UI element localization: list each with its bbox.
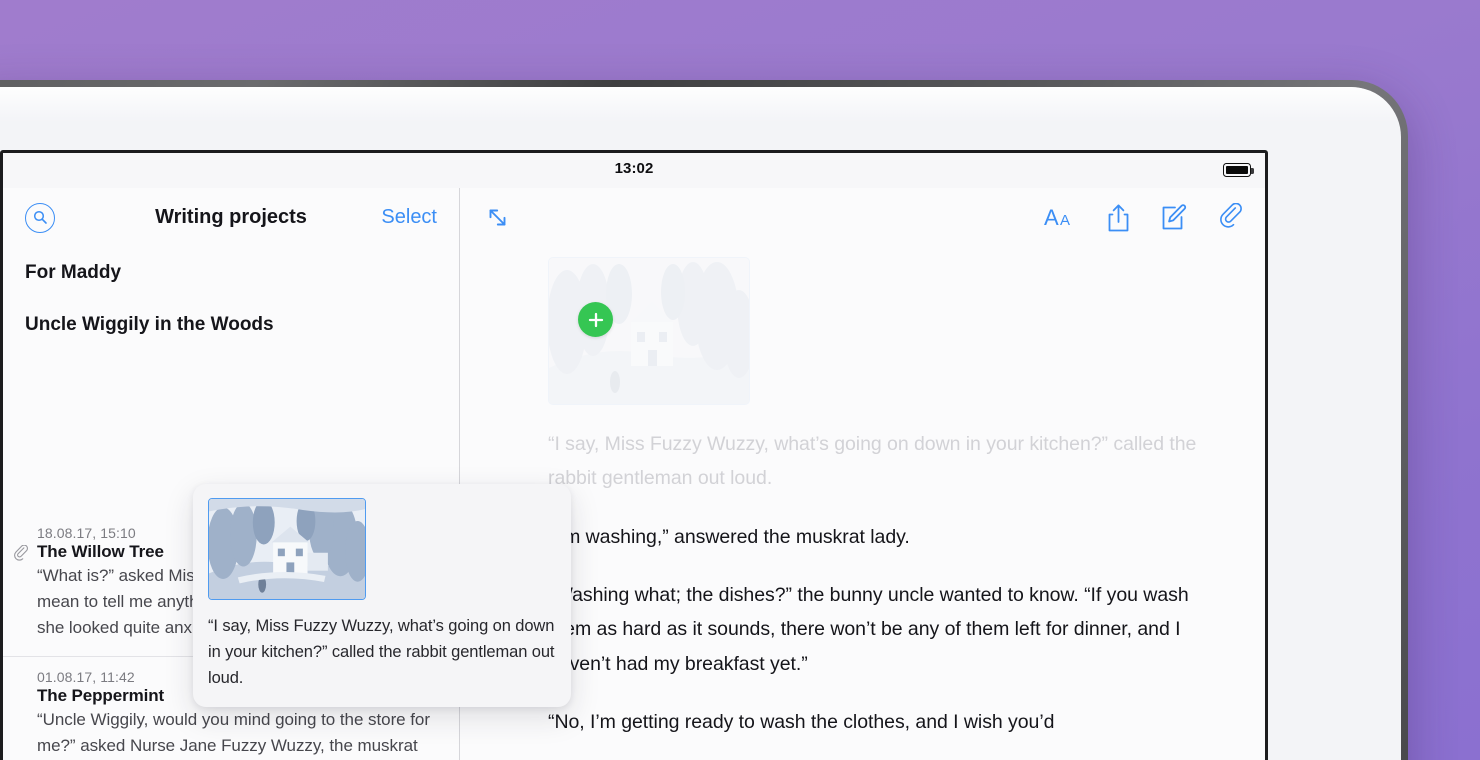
expand-glyph <box>489 209 506 226</box>
tablet-screen: 13:02 Writing projects Select For Maddy … <box>0 150 1268 760</box>
battery-cap <box>1251 168 1254 174</box>
status-bar: 13:02 <box>3 153 1265 188</box>
note-document-body: “I say, Miss Fuzzy Wuzzy, what’s going o… <box>460 247 1265 739</box>
compose-icon[interactable] <box>1161 203 1189 232</box>
paperclip-icon[interactable] <box>1219 202 1245 233</box>
document-paragraph: “I’m washing,” answered the muskrat lady… <box>548 525 910 548</box>
detail-toolbar: A A <box>1044 202 1245 233</box>
battery-full-icon <box>1223 163 1254 177</box>
svg-text:A: A <box>1044 205 1059 230</box>
document-inline-image[interactable] <box>548 257 750 405</box>
aa-glyph: A A <box>1044 205 1070 230</box>
compose-glyph <box>1162 204 1187 230</box>
text-format-icon[interactable]: A A <box>1044 204 1076 232</box>
screenshot-stage: 13:02 Writing projects Select For Maddy … <box>0 0 1480 760</box>
sidebar-folder-uncle-wiggily[interactable]: Uncle Wiggily in the Woods <box>3 299 459 351</box>
engraving-illustration-thumb <box>209 499 365 599</box>
drag-preview-thumbnail <box>208 498 366 600</box>
note-title: The Peppermint <box>37 685 165 705</box>
document-paragraph: “I say, Miss Fuzzy Wuzzy, what’s going o… <box>548 433 1197 490</box>
plus-glyph <box>588 312 603 327</box>
document-paragraph: “No, I’m getting ready to wash the cloth… <box>548 710 1055 733</box>
plus-badge-icon <box>578 302 613 337</box>
select-button[interactable]: Select <box>381 206 437 229</box>
sidebar-folder-for-maddy[interactable]: For Maddy <box>3 247 459 299</box>
status-bar-clock: 13:02 <box>614 160 654 177</box>
sidebar-navigation-bar: Writing projects Select <box>3 188 459 247</box>
folder-label: Uncle Wiggily in the Woods <box>25 314 274 335</box>
search-icon[interactable] <box>25 202 55 233</box>
share-icon[interactable] <box>1106 203 1131 233</box>
share-glyph <box>1108 204 1129 231</box>
engraving-illustration <box>549 258 749 404</box>
tablet-device-frame: 13:02 Writing projects Select For Maddy … <box>0 80 1408 760</box>
svg-text:A: A <box>1060 212 1070 229</box>
magnifier-glyph <box>33 210 47 224</box>
device-bezel: 13:02 Writing projects Select For Maddy … <box>0 87 1401 760</box>
paperclip-glyph <box>1220 202 1242 228</box>
document-paragraph: “Washing what; the dishes?” the bunny un… <box>548 583 1189 675</box>
note-title: The Willow Tree <box>37 542 164 561</box>
drag-preview-caption: “I say, Miss Fuzzy Wuzzy, what’s going o… <box>208 617 555 688</box>
expand-diagonal-arrows-icon[interactable] <box>484 204 511 231</box>
battery-fill <box>1225 165 1249 175</box>
note-snippet: “Uncle Wiggily, would you mind going to … <box>37 709 430 755</box>
paperclip-glyph <box>14 545 28 561</box>
detail-navigation-bar: A A <box>460 188 1265 247</box>
note-detail-pane: A A “I say, Miss Fuzzy Wuzzy, what’s goi… <box>460 188 1265 760</box>
folder-label: For Maddy <box>25 262 122 283</box>
paperclip-icon <box>14 545 29 562</box>
drag-preview-card[interactable]: “I say, Miss Fuzzy Wuzzy, what’s going o… <box>193 484 571 708</box>
